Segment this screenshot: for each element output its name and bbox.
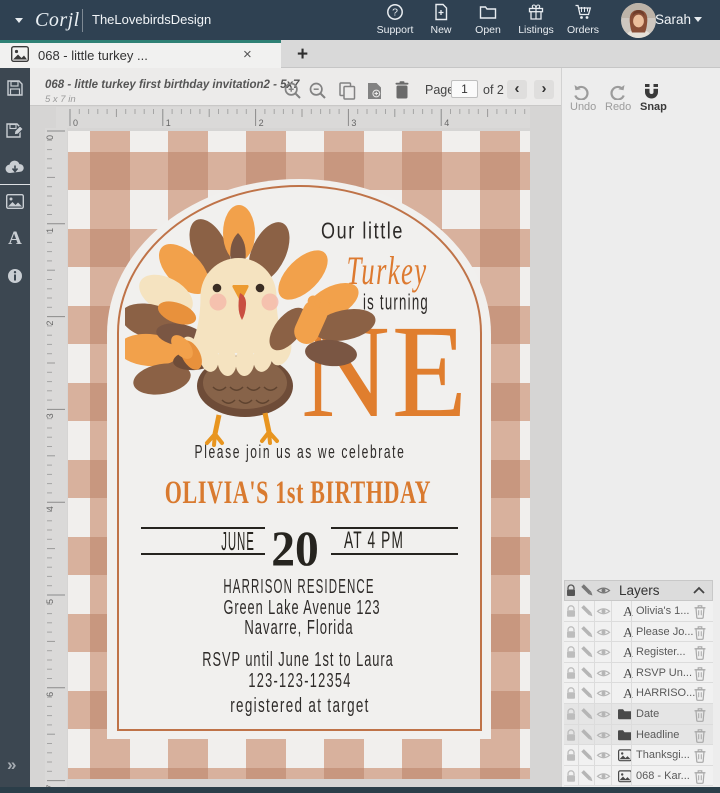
svg-text:4: 4: [45, 506, 55, 511]
svg-text:1: 1: [45, 228, 55, 233]
svg-text:6: 6: [45, 692, 55, 697]
svg-text:0: 0: [73, 118, 78, 128]
svg-text:4: 4: [444, 118, 449, 128]
svg-text:2: 2: [45, 321, 55, 326]
svg-text:2: 2: [259, 118, 264, 128]
svg-text:3: 3: [45, 413, 55, 418]
svg-text:3: 3: [351, 118, 356, 128]
svg-text:5: 5: [45, 599, 55, 604]
svg-text:0: 0: [45, 135, 55, 140]
svg-text:1: 1: [166, 118, 171, 128]
